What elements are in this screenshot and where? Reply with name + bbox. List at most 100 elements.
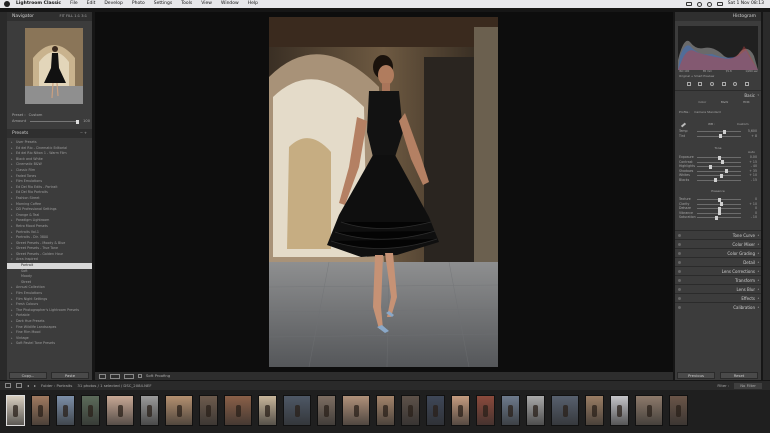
filmstrip-thumbnail[interactable]: [6, 395, 25, 426]
edit-tool-icon[interactable]: [686, 81, 691, 86]
filter-select[interactable]: No Filter: [734, 382, 762, 389]
filmstrip-thumbnail[interactable]: [551, 395, 579, 426]
filmstrip-thumbnail[interactable]: [165, 395, 193, 426]
menu-settings[interactable]: Settings: [154, 0, 172, 8]
before-after-swap-icon[interactable]: [124, 373, 134, 379]
filmstrip-thumbnail[interactable]: [669, 395, 688, 426]
heal-tool-icon[interactable]: [710, 81, 715, 86]
add-preset-icon[interactable]: − +: [80, 129, 87, 138]
panel-section-header[interactable]: Tone Curve ◂: [675, 230, 761, 239]
slider-track[interactable]: [697, 211, 741, 215]
slider-track[interactable]: [697, 134, 741, 138]
filmstrip-thumbnail[interactable]: [451, 395, 470, 426]
section-toggle-icon[interactable]: [678, 234, 681, 237]
filmstrip-thumbnail[interactable]: [585, 395, 604, 426]
slider-value[interactable]: + 8: [751, 134, 757, 139]
tone-auto-button[interactable]: Auto: [748, 150, 755, 154]
masking-tool-icon[interactable]: [721, 81, 726, 86]
second-window-icon[interactable]: [16, 383, 22, 388]
filmstrip-thumbnail[interactable]: [283, 395, 311, 426]
search-icon[interactable]: [706, 1, 712, 7]
menu-help[interactable]: Help: [248, 0, 258, 8]
amount-slider[interactable]: [30, 119, 79, 124]
panel-section-header[interactable]: Effects ◂: [675, 293, 761, 302]
previous-button[interactable]: Previous: [677, 372, 715, 379]
before-after-icon[interactable]: [110, 373, 120, 379]
filmstrip-thumbnail[interactable]: [635, 395, 663, 426]
panel-section-header[interactable]: Transform ◂: [675, 275, 761, 284]
filmstrip-thumbnail[interactable]: [342, 395, 370, 426]
right-panel-toggle[interactable]: [763, 12, 770, 380]
folder-path[interactable]: Folder : Portraits: [41, 381, 72, 390]
menu-develop[interactable]: Develop: [104, 0, 123, 8]
filmstrip-thumbnail[interactable]: [106, 395, 134, 426]
wifi-icon[interactable]: [696, 1, 702, 7]
basic-header[interactable]: Basic ▾: [675, 90, 761, 99]
slider-track[interactable]: [697, 155, 741, 160]
apple-menu-icon[interactable]: [4, 1, 10, 7]
redeye-tool-icon[interactable]: [733, 81, 738, 86]
navigator-preview[interactable]: [25, 28, 83, 104]
original-smart-preview[interactable]: Original + Smart Preview: [679, 74, 714, 78]
histogram-chart[interactable]: [678, 26, 758, 70]
profile-value[interactable]: Camera Standard: [694, 110, 720, 114]
section-toggle-icon[interactable]: [678, 261, 681, 264]
filmstrip-thumbnail[interactable]: [501, 395, 520, 426]
wb-eyedropper-icon[interactable]: [680, 122, 687, 128]
filmstrip-thumbnail[interactable]: [81, 395, 100, 426]
section-toggle-icon[interactable]: [678, 306, 681, 309]
panel-section-header[interactable]: Lens Corrections ◂: [675, 266, 761, 275]
menu-file[interactable]: File: [70, 0, 78, 8]
filmstrip-thumbnail[interactable]: [401, 395, 420, 426]
paste-button[interactable]: Paste: [51, 372, 89, 379]
expand-arrow-icon[interactable]: ◂: [757, 303, 759, 312]
filmstrip-thumbnail[interactable]: [476, 395, 495, 426]
slider-track[interactable]: [697, 206, 741, 211]
main-photo[interactable]: [269, 17, 498, 367]
panel-section-header[interactable]: Detail ◂: [675, 257, 761, 266]
menu-photo[interactable]: Photo: [132, 0, 145, 8]
filmstrip-thumbnail[interactable]: [31, 395, 50, 426]
treatment-color[interactable]: Color: [698, 100, 706, 104]
loupe-view-icon[interactable]: [99, 373, 106, 379]
filmstrip-thumbnail[interactable]: [426, 395, 445, 426]
menu-app-name[interactable]: Lightroom Classic: [16, 0, 61, 8]
filmstrip-thumbnail[interactable]: [224, 395, 252, 426]
navigator-header[interactable]: Navigator FIT FILL 1:1 3:1: [7, 12, 92, 21]
section-toggle-icon[interactable]: [678, 270, 681, 273]
presets-header[interactable]: Presets − +: [7, 129, 92, 138]
menubar-clock[interactable]: Sat 1 Nov 08:13: [728, 0, 764, 8]
soft-proofing-checkbox[interactable]: [138, 374, 142, 378]
filmstrip-thumbnail[interactable]: [526, 395, 545, 426]
filmstrip-thumbnail[interactable]: [317, 395, 336, 426]
menu-tools[interactable]: Tools: [181, 0, 192, 8]
slider-track[interactable]: [697, 164, 741, 169]
crop-tool-icon[interactable]: [698, 81, 703, 86]
slider-track[interactable]: [697, 197, 741, 202]
wb-value[interactable]: Custom: [737, 122, 749, 126]
battery-icon[interactable]: [685, 2, 692, 6]
main-image-area[interactable]: [95, 12, 673, 372]
panel-section-header[interactable]: Color Mixer ◂: [675, 239, 761, 248]
slider-knob[interactable]: [715, 215, 719, 220]
filmstrip-thumbnail[interactable]: [199, 395, 218, 426]
slider-track[interactable]: [697, 202, 741, 206]
back-arrow-icon[interactable]: ◂: [27, 381, 29, 390]
preset-value[interactable]: Custom: [29, 113, 43, 117]
section-toggle-icon[interactable]: [678, 279, 681, 282]
filmstrip-thumbnail[interactable]: [258, 395, 277, 426]
copy-button[interactable]: Copy...: [9, 372, 47, 379]
presets-tool-icon[interactable]: [745, 81, 750, 86]
slider-track[interactable]: [697, 129, 741, 134]
slider-value[interactable]: - 10: [751, 215, 757, 220]
slider-track[interactable]: [697, 169, 741, 173]
section-toggle-icon[interactable]: [678, 288, 681, 291]
panel-section-header[interactable]: Color Grading ◂: [675, 248, 761, 257]
menu-window[interactable]: Window: [221, 0, 239, 8]
forward-arrow-icon[interactable]: ▸: [34, 381, 36, 390]
filmstrip-thumbnail[interactable]: [56, 395, 75, 426]
left-panel-toggle[interactable]: [0, 12, 7, 380]
menu-edit[interactable]: Edit: [87, 0, 96, 8]
amount-value[interactable]: 100: [83, 119, 90, 123]
navigator-zoom-options[interactable]: FIT FILL 1:1 3:1: [60, 12, 87, 21]
